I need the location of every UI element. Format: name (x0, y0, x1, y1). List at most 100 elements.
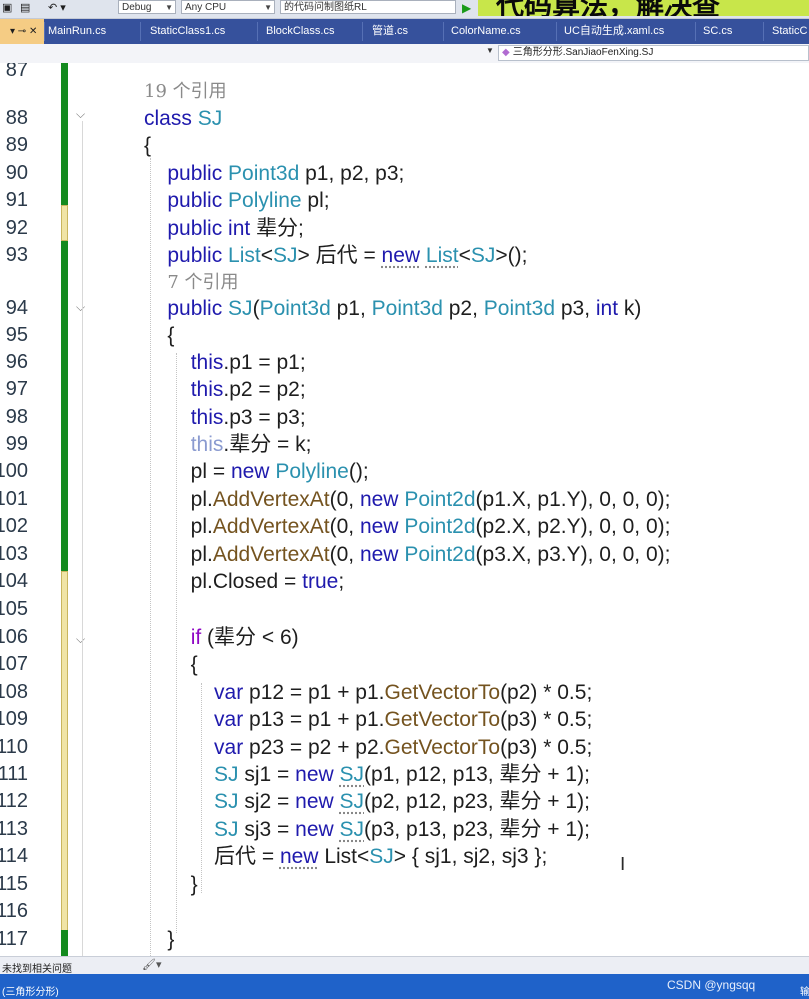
code-line[interactable]: 90 public Point3d p1, p2, p3; (0, 160, 809, 187)
code-token: (p2) * 0.5; (500, 681, 593, 704)
code-line[interactable]: 117 } (0, 926, 809, 953)
start-debug-icon[interactable]: ▶ (462, 1, 471, 15)
code-token: new (230, 460, 276, 483)
tab-staticc[interactable]: StaticC (772, 19, 809, 44)
brush-icon[interactable]: 🖌▾ (142, 958, 162, 971)
tab-label: StaticClass1.cs (150, 25, 226, 37)
undo-button[interactable]: ↶ ▾ (48, 1, 66, 15)
code-token: ; (338, 570, 345, 593)
platform-value: Any CPU (185, 2, 227, 13)
code-line[interactable]: 95 { (0, 322, 809, 349)
startup-project-value: 的代码问制图纸RL (284, 2, 367, 13)
code-line[interactable]: 100 pl = new Polyline(); (0, 458, 809, 485)
save-icon[interactable]: ▣ (2, 1, 12, 15)
code-line[interactable]: 116 (0, 898, 809, 925)
code-line[interactable]: 104 pl.Closed = true; (0, 568, 809, 595)
code-token: new (279, 845, 319, 868)
code-line[interactable]: 106 if (辈分 < 6) (0, 624, 809, 651)
line-number: 91 (5, 189, 28, 211)
line-number: 106 (0, 626, 28, 648)
line-number: 117 (0, 928, 28, 950)
code-token: ( (252, 297, 260, 320)
code-token: var (214, 681, 244, 704)
code-text: } (144, 871, 198, 898)
code-line[interactable]: 101 pl.AddVertexAt(0, new Point2d(p1.X, … (0, 486, 809, 513)
codelens-line[interactable]: 7 个引用 (0, 268, 809, 295)
chevron-down-icon[interactable]: ▼ (486, 46, 494, 55)
tab-staticclass1[interactable]: StaticClass1.cs (150, 19, 255, 44)
code-token: { (144, 324, 175, 347)
code-token: (p3) * 0.5; (500, 736, 593, 759)
configuration-value: Debug (122, 2, 152, 13)
code-text: pl.AddVertexAt(0, new Point2d(p3.X, p3.Y… (144, 541, 671, 568)
code-line[interactable]: 112 SJ sj2 = new SJ(p2, p12, p23, 辈分 + 1… (0, 788, 809, 815)
code-line[interactable]: 99 this.辈分 = k; (0, 431, 809, 458)
code-line[interactable]: 102 pl.AddVertexAt(0, new Point2d(p2.X, … (0, 513, 809, 540)
code-line[interactable]: 88 class SJ (0, 105, 809, 132)
tab-blockclass[interactable]: BlockClass.cs (266, 19, 361, 44)
reference-count[interactable]: 19 个引用 (144, 77, 227, 105)
tab-label: StaticC (772, 25, 808, 37)
code-line[interactable]: 105 (0, 596, 809, 623)
tab-active[interactable]: ▾ ⊸ ✕ (0, 19, 44, 44)
code-line[interactable]: 113 SJ sj3 = new SJ(p3, p13, p23, 辈分 + 1… (0, 816, 809, 843)
code-token: sj2 = (238, 790, 296, 813)
document-tab-bar: ▾ ⊸ ✕ MainRun.cs StaticClass1.cs BlockCl… (0, 19, 809, 44)
configuration-dropdown[interactable]: Debug ▼ (118, 0, 176, 14)
code-token: int (595, 297, 619, 320)
code-line[interactable]: 103 pl.AddVertexAt(0, new Point2d(p3.X, … (0, 541, 809, 568)
code-token: pl.Closed = (144, 570, 303, 593)
code-line[interactable]: 115 } (0, 871, 809, 898)
member-dropdown[interactable]: ◆ 三角形分形.SanJiaoFenXing.SJ (498, 45, 809, 61)
issues-indicator[interactable]: 未找到相关问题 (2, 960, 72, 975)
line-number: 114 (0, 845, 28, 867)
tab-separator (556, 22, 557, 41)
code-line[interactable]: 114 后代 = new List<SJ> { sj1, sj2, sj3 }; (0, 843, 809, 870)
tab-mainrun[interactable]: MainRun.cs (48, 19, 138, 44)
code-line[interactable]: 111 SJ sj1 = new SJ(p1, p12, p13, 辈分 + 1… (0, 761, 809, 788)
code-text: public Point3d p1, p2, p3; (144, 160, 404, 187)
text-cursor-icon: I (620, 854, 626, 875)
code-token: Point3d (483, 297, 556, 320)
codelens-line[interactable]: 19 个引用 (0, 77, 809, 104)
code-line[interactable]: 98 this.p3 = p3; (0, 404, 809, 431)
code-line[interactable]: 94 public SJ(Point3d p1, Point3d p2, Poi… (0, 295, 809, 322)
code-token: SJ (214, 763, 239, 786)
tab-colorname[interactable]: ColorName.cs (451, 19, 551, 44)
code-text: pl = new Polyline(); (144, 458, 369, 485)
code-line[interactable]: 92 public int 辈分; (0, 215, 809, 242)
startup-project-dropdown[interactable]: 的代码问制图纸RL (280, 0, 456, 14)
code-line[interactable]: 110 var p23 = p2 + p2.GetVectorTo(p3) * … (0, 734, 809, 761)
code-token: class (144, 107, 198, 130)
code-text: pl.AddVertexAt(0, new Point2d(p2.X, p2.Y… (144, 513, 671, 540)
code-token: Polyline (275, 460, 349, 483)
code-line[interactable]: 109 var p13 = p1 + p1.GetVectorTo(p3) * … (0, 706, 809, 733)
code-token: new (295, 763, 340, 786)
tab-separator (763, 22, 764, 41)
code-line[interactable]: 108 var p12 = p1 + p1.GetVectorTo(p2) * … (0, 679, 809, 706)
code-token: SJ (273, 244, 298, 267)
code-line[interactable]: 89 { (0, 132, 809, 159)
code-token: true (302, 570, 339, 593)
tab-sc[interactable]: SC.cs (703, 19, 758, 44)
code-line[interactable]: 91 public Polyline pl; (0, 187, 809, 214)
navigation-bar: ▼ ◆ 三角形分形.SanJiaoFenXing.SJ (0, 44, 809, 64)
code-line[interactable]: 107 { (0, 651, 809, 678)
code-text: 后代 = new List<SJ> { sj1, sj2, sj3 }; (144, 843, 547, 870)
tab-uc-xaml[interactable]: UC自动生成.xaml.cs (564, 19, 694, 44)
code-editor[interactable]: ⌵ ⌵ ⌵ 87 19 个引用 88 class SJ 89{90 public Poi… (0, 63, 809, 956)
code-token: Point3d (259, 297, 331, 320)
platform-dropdown[interactable]: Any CPU ▼ (181, 0, 275, 14)
code-line[interactable]: 96 this.p1 = p1; (0, 349, 809, 376)
tab-pipe[interactable]: 管道.cs (372, 19, 442, 44)
reference-count[interactable]: 7 个引用 (144, 268, 238, 296)
code-line[interactable]: 97 this.p2 = p2; (0, 376, 809, 403)
code-token: this (190, 406, 224, 429)
code-line[interactable]: 93 public List<SJ> 后代 = new List<SJ>(); (0, 242, 809, 269)
code-text: { (144, 322, 174, 349)
code-token: 后代 = (144, 845, 280, 868)
tab-pin-close-icons[interactable]: ▾ ⊸ ✕ (10, 26, 37, 37)
save-all-icon[interactable]: ▤ (20, 1, 30, 15)
code-token: (0, (329, 515, 360, 538)
code-token: (); (348, 460, 369, 483)
